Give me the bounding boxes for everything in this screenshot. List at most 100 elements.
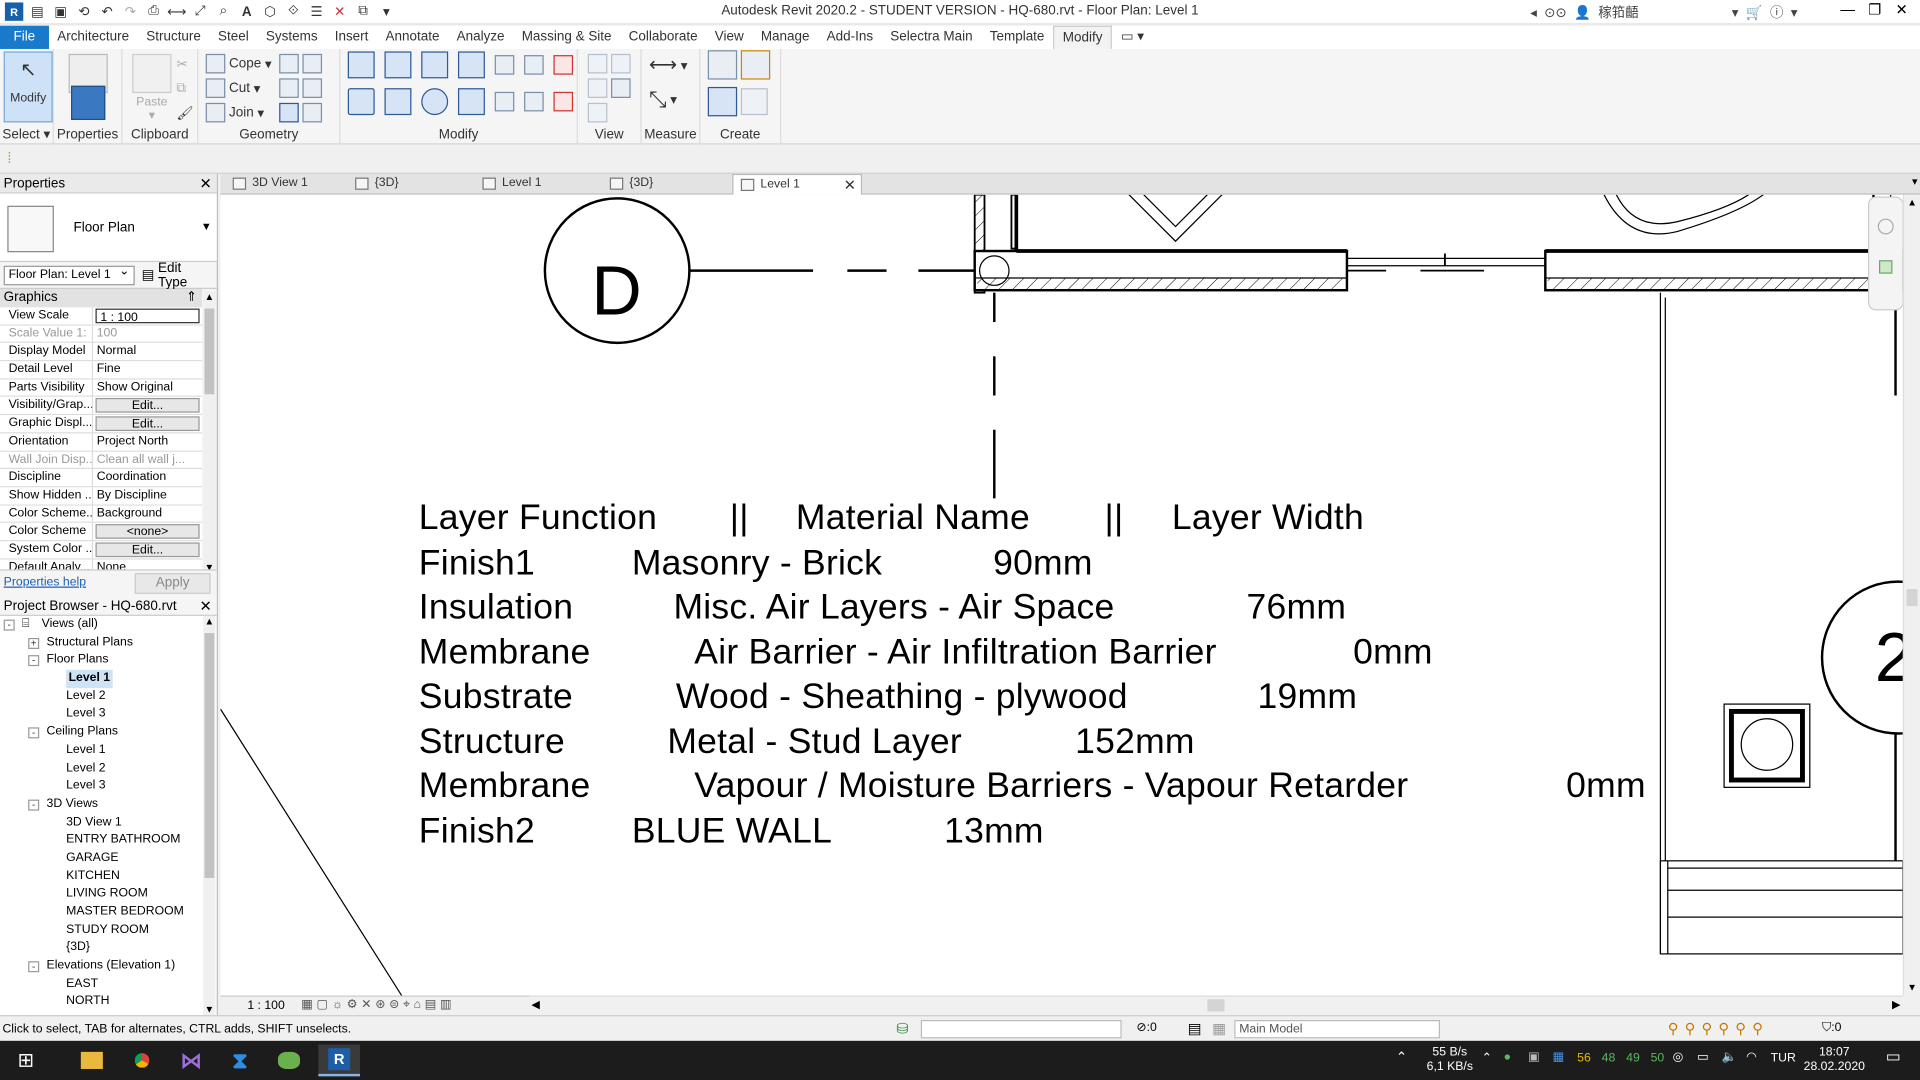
tray-chevron-icon[interactable]: ⌃ xyxy=(1482,1052,1492,1067)
unpin-icon[interactable] xyxy=(553,55,574,75)
browser-item[interactable]: 3D View 1 xyxy=(0,814,203,832)
tab-insert[interactable]: Insert xyxy=(326,26,377,49)
user-dropdown-icon[interactable]: ▾ xyxy=(1732,4,1739,21)
array-icon[interactable] xyxy=(494,91,515,112)
copy-clipboard-button[interactable]: ⧉ xyxy=(176,77,186,99)
worksets-icon[interactable]: ⛁ xyxy=(896,1020,908,1037)
text-material[interactable]: Wood - Sheathing - plywood xyxy=(676,677,1128,717)
create-parts-icon[interactable] xyxy=(740,50,771,80)
text-material[interactable]: Metal - Stud Layer xyxy=(667,722,962,762)
aligned-dimension-button[interactable]: ⤡ ▾ xyxy=(649,86,677,110)
line-styles-icon[interactable] xyxy=(611,78,631,98)
search-chevron-icon[interactable]: ◂ xyxy=(1530,4,1537,21)
tray-app3-icon[interactable]: ▦ xyxy=(1553,1051,1565,1066)
text-layer-function[interactable]: Membrane xyxy=(419,633,591,673)
scroll-down-icon[interactable]: ▼ xyxy=(1904,982,1920,993)
override-graphics-icon[interactable] xyxy=(587,53,608,74)
tabs-overflow-icon[interactable]: ▾ xyxy=(1912,175,1918,188)
property-value[interactable]: 1 : 100 xyxy=(95,308,200,323)
browser-item[interactable]: Level 3 xyxy=(0,706,203,724)
property-value[interactable]: Background xyxy=(93,505,202,522)
tray-app2-icon[interactable]: ▣ xyxy=(1528,1051,1540,1066)
text-width[interactable]: 19mm xyxy=(1258,677,1358,717)
canvas-vertical-scrollbar[interactable]: ▲ ▼ xyxy=(1902,194,1920,996)
align-icon[interactable] xyxy=(347,51,375,79)
tab-3d-2[interactable]: {3D} xyxy=(602,174,729,195)
split-face-icon[interactable] xyxy=(302,53,323,74)
text-width[interactable]: 13mm xyxy=(944,812,1044,852)
mirror-draw-axis-icon[interactable] xyxy=(457,51,485,79)
text-header-col1[interactable]: Layer Function xyxy=(419,498,657,538)
browser-item[interactable]: Level 1 xyxy=(0,742,203,760)
text-layer-function[interactable]: Finish1 xyxy=(419,544,535,584)
create-group-icon[interactable] xyxy=(707,86,738,117)
editable-only-icon[interactable]: ⊘ xyxy=(1136,1021,1146,1034)
tab-file[interactable]: File xyxy=(0,25,49,49)
view-control-icons[interactable]: ▦▢☼⚙✕⊛⊜⌖⌂▤▥ xyxy=(301,998,455,1011)
property-row[interactable]: Color Scheme... Background xyxy=(0,505,203,524)
property-edit-button[interactable]: Edit... xyxy=(95,542,200,557)
move-icon[interactable] xyxy=(347,88,375,116)
browser-item[interactable]: MASTER BEDROOM xyxy=(0,904,203,922)
scroll-right-icon[interactable]: ▶ xyxy=(1892,998,1900,1011)
tab-annotate[interactable]: Annotate xyxy=(377,26,448,49)
browser-item[interactable]: Level 2 xyxy=(0,760,203,778)
text-layer-function[interactable]: Substrate xyxy=(419,677,573,717)
cope-button[interactable]: Cope ▾ xyxy=(205,53,272,75)
tab-analyze[interactable]: Analyze xyxy=(448,26,513,49)
tab-template[interactable]: Template xyxy=(981,26,1053,49)
text-layer-function[interactable]: Insulation xyxy=(419,588,573,628)
delete-icon[interactable] xyxy=(553,91,574,112)
text-width[interactable]: 90mm xyxy=(993,544,1093,584)
scroll-left-icon[interactable]: ◀ xyxy=(531,998,539,1011)
tab-manage[interactable]: Manage xyxy=(752,26,818,49)
tab-systems[interactable]: Systems xyxy=(257,26,326,49)
selection-filter-icons[interactable]: ⚲⚲⚲⚲⚲⚲ xyxy=(1668,1020,1769,1037)
text-width[interactable]: 152mm xyxy=(1075,722,1195,762)
tray-num-4[interactable]: 50 xyxy=(1651,1052,1665,1067)
design-option-icon[interactable]: ▦ xyxy=(1212,1020,1226,1037)
property-value[interactable]: Normal xyxy=(93,343,202,360)
app-button[interactable] xyxy=(268,1044,310,1076)
tray-num-1[interactable]: 56 xyxy=(1577,1052,1591,1067)
edit-type-button[interactable]: ▤ Edit Type xyxy=(142,260,213,289)
demolish-icon[interactable] xyxy=(302,102,323,123)
browser-item[interactable]: - ⌸ Views (all) xyxy=(0,616,203,634)
ribbon-minimize-icon[interactable]: ▭ ▾ xyxy=(1112,26,1152,49)
collapse-icon[interactable]: - xyxy=(28,655,40,667)
text-material[interactable]: Masonry - Brick xyxy=(632,544,882,584)
text-layer-function[interactable]: Structure xyxy=(419,722,565,762)
property-row[interactable]: Detail Level Fine xyxy=(0,361,203,380)
properties-button[interactable] xyxy=(66,85,110,123)
language-indicator[interactable]: TUR xyxy=(1771,1052,1796,1067)
join-geometry-icon[interactable] xyxy=(279,78,299,98)
browser-item[interactable]: {3D} xyxy=(0,940,203,958)
browser-item[interactable]: Level 2 xyxy=(0,688,203,706)
binoculars-icon[interactable]: ⊙⊙ xyxy=(1544,4,1567,21)
property-row[interactable]: Graphic Displ... Edit... xyxy=(0,415,203,434)
rotate-icon[interactable] xyxy=(421,88,449,116)
property-edit-button[interactable]: <none> xyxy=(95,524,200,539)
tab-add-ins[interactable]: Add-Ins xyxy=(818,26,882,49)
main-model-dropdown[interactable]: Main Model xyxy=(1234,1020,1441,1039)
tab-level-1-active[interactable]: Level 1 ✕ xyxy=(732,173,863,195)
apply-button[interactable]: Apply xyxy=(134,573,211,594)
wifi-icon[interactable]: ◠ xyxy=(1746,1051,1757,1066)
browser-item[interactable]: STUDY ROOM xyxy=(0,922,203,940)
close-icon[interactable]: ✕ xyxy=(200,174,212,194)
properties-help-link[interactable]: Properties help xyxy=(4,576,86,589)
design-options-icon[interactable]: ▤ xyxy=(1188,1020,1202,1037)
text-width[interactable]: 0mm xyxy=(1566,767,1646,807)
property-row[interactable]: Orientation Project North xyxy=(0,433,203,452)
browser-item[interactable]: EAST xyxy=(0,976,203,994)
tab-level-1[interactable]: Level 1 xyxy=(475,174,602,195)
scroll-thumb[interactable] xyxy=(1906,588,1918,607)
cut-button[interactable]: Cut ▾ xyxy=(205,77,260,99)
tab-view[interactable]: View xyxy=(706,26,752,49)
instance-selector[interactable]: Floor Plan: Level 1 xyxy=(3,263,135,285)
tray-disc-icon[interactable]: ◎ xyxy=(1673,1051,1684,1066)
browser-item[interactable]: KITCHEN xyxy=(0,868,203,886)
property-value[interactable]: Project North xyxy=(93,433,202,450)
tray-num-2[interactable]: 48 xyxy=(1602,1052,1616,1067)
create-similar-icon[interactable] xyxy=(740,88,768,116)
